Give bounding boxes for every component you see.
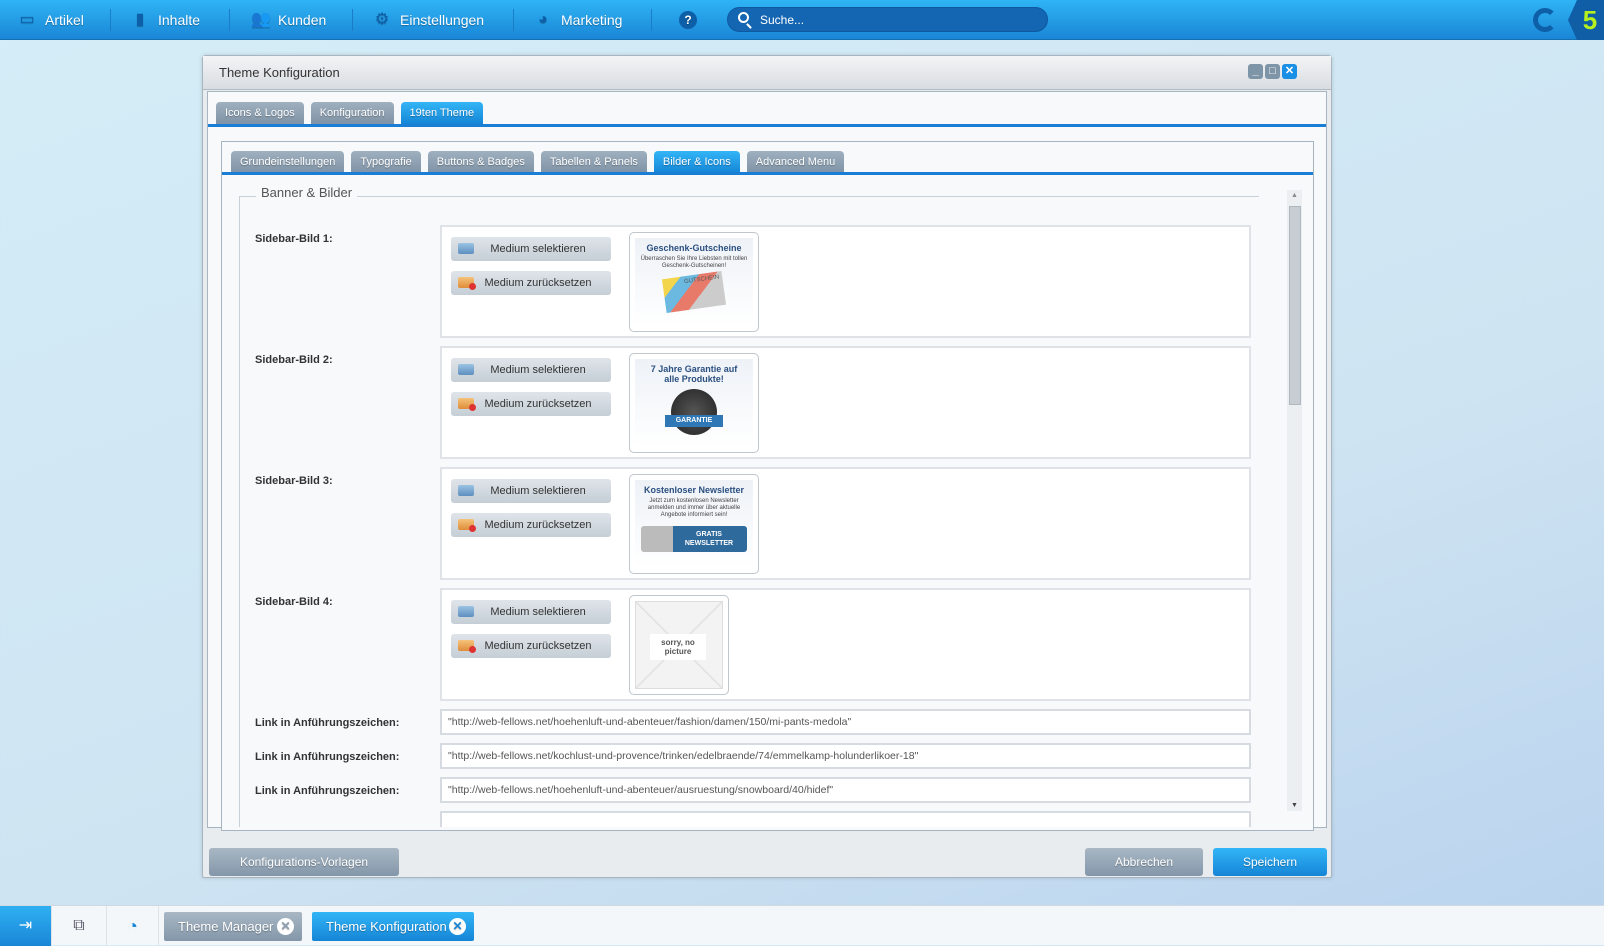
search-input[interactable]: Suche...: [727, 7, 1048, 32]
inner-tabs: Grundeinstellungen Typografie Buttons & …: [231, 151, 845, 173]
nav-inhalte[interactable]: ▮ Inhalte: [131, 0, 200, 40]
nav-einstellungen[interactable]: ⚙ Einstellungen: [373, 0, 484, 40]
sidebar-image-label: Sidebar-Bild 4:: [255, 596, 333, 608]
guarantee-seal-icon: GARANTIE: [665, 389, 723, 435]
save-button[interactable]: Speichern: [1213, 848, 1327, 876]
media-icon: [458, 485, 474, 496]
theme-config-window: Theme Konfiguration _ □ ✕ Icons & Logos …: [202, 55, 1332, 878]
sidebar-image-label: Sidebar-Bild 1:: [255, 233, 333, 245]
media-icon: [458, 364, 474, 375]
media-icon: [458, 243, 474, 254]
media-reset-icon: [458, 398, 476, 411]
link-input[interactable]: "http://web-fellows.net/hoehenluft-und-a…: [440, 777, 1251, 803]
link-label: Link in Anführungszeichen:: [255, 785, 400, 797]
select-medium-button[interactable]: Medium selektieren: [451, 600, 611, 624]
outer-tab-panel: Icons & Logos Konfiguration 19ten Theme …: [207, 91, 1327, 831]
sidebar-image-row: Medium selektieren Medium zurücksetzen s…: [440, 588, 1251, 701]
image-preview: 7 Jahre Garantie auf alle Produkte! GARA…: [629, 353, 759, 453]
link-label: Link in Anführungszeichen:: [255, 717, 400, 729]
select-medium-button[interactable]: Medium selektieren: [451, 237, 611, 261]
windows-icon[interactable]: ⧉: [52, 906, 107, 946]
sidebar-image-label: Sidebar-Bild 3:: [255, 475, 333, 487]
nav-artikel[interactable]: ▭ Artikel: [18, 0, 83, 40]
shopware-logo-icon: [1533, 8, 1557, 32]
nav-marketing[interactable]: ◕ Marketing: [534, 0, 622, 40]
sidebar-image-row: Medium selektieren Medium zurücksetzen 7…: [440, 346, 1251, 459]
tab-tabellen-panels[interactable]: Tabellen & Panels: [540, 151, 647, 173]
nav-divider: [352, 9, 353, 31]
taskbar-tab-theme-konfiguration[interactable]: Theme Konfiguration ✕: [312, 912, 474, 941]
help-icon: ?: [679, 11, 697, 29]
media-reset-icon: [458, 277, 476, 290]
taskbar-tab-theme-manager[interactable]: Theme Manager ✕: [164, 912, 302, 941]
nav-kunden[interactable]: 👥 Kunden: [251, 0, 326, 40]
tab-typografie[interactable]: Typografie: [351, 151, 421, 173]
nav-divider: [229, 9, 230, 31]
taskbar: ⇥ ⧉ ◔ Theme Manager ✕ Theme Konfiguration…: [0, 905, 1604, 946]
close-icon[interactable]: ✕: [1282, 64, 1297, 79]
link-input[interactable]: "http://web-fellows.net/kochlust-und-pro…: [440, 743, 1251, 769]
top-navigation-bar: ▭ Artikel ▮ Inhalte 👥 Kunden ⚙ Einstellungen…: [0, 0, 1604, 40]
inner-tab-panel: Grundeinstellungen Typografie Buttons & …: [221, 141, 1314, 831]
sidebar-image-row: Medium selektieren Medium zurücksetzen G…: [440, 225, 1251, 338]
select-medium-button[interactable]: Medium selektieren: [451, 479, 611, 503]
document-icon: ▮: [135, 11, 145, 28]
nav-divider: [513, 9, 514, 31]
reset-medium-button[interactable]: Medium zurücksetzen: [451, 271, 611, 295]
logout-icon[interactable]: ⇥: [0, 906, 52, 946]
scroll-up-icon[interactable]: ▲: [1287, 192, 1302, 199]
inbox-icon: ▭: [19, 11, 35, 28]
link-input[interactable]: [440, 811, 1251, 827]
tab-underline: [208, 124, 1326, 127]
sidebar-image-row: Medium selektieren Medium zurücksetzen K…: [440, 467, 1251, 580]
pie-chart-icon: ◕: [538, 11, 548, 28]
tab-buttons-badges[interactable]: Buttons & Badges: [427, 151, 534, 173]
maximize-icon[interactable]: □: [1265, 64, 1280, 79]
tab-19ten-theme[interactable]: 19ten Theme: [400, 102, 484, 124]
tab-konfiguration[interactable]: Konfiguration: [310, 102, 394, 124]
image-preview: Kostenloser Newsletter Jetzt zum kostenl…: [629, 474, 759, 574]
nav-divider: [110, 9, 111, 31]
config-templates-button[interactable]: Konfigurations-Vorlagen: [209, 848, 399, 876]
tab-icons-logos[interactable]: Icons & Logos: [216, 102, 304, 124]
scroll-down-icon[interactable]: ▼: [1287, 802, 1302, 809]
close-tab-icon[interactable]: ✕: [277, 918, 294, 935]
media-reset-icon: [458, 519, 476, 532]
nav-divider: [651, 9, 652, 31]
select-medium-button[interactable]: Medium selektieren: [451, 358, 611, 382]
window-title-bar[interactable]: Theme Konfiguration: [203, 56, 1331, 90]
fieldset-legend: Banner & Bilder: [256, 185, 358, 200]
media-icon: [458, 606, 474, 617]
link-input[interactable]: "http://web-fellows.net/hoehenluft-und-a…: [440, 709, 1251, 735]
voucher-graphic: GUTSCHEIN: [661, 270, 727, 314]
reset-medium-button[interactable]: Medium zurücksetzen: [451, 392, 611, 416]
scrollbar-thumb[interactable]: [1289, 206, 1301, 405]
close-tab-icon[interactable]: ✕: [449, 918, 466, 935]
users-icon: 👥: [251, 11, 271, 28]
cancel-button[interactable]: Abbrechen: [1085, 848, 1203, 876]
newsletter-badge: GRATIS NEWSLETTER: [641, 526, 747, 552]
window-title: Theme Konfiguration: [219, 65, 340, 80]
version-badge: 5: [1568, 0, 1604, 40]
no-picture-placeholder: sorry, no picture: [629, 595, 729, 695]
reset-medium-button[interactable]: Medium zurücksetzen: [451, 634, 611, 658]
reset-medium-button[interactable]: Medium zurücksetzen: [451, 513, 611, 537]
media-reset-icon: [458, 640, 476, 653]
help-button[interactable]: ?: [679, 0, 697, 40]
minimize-icon[interactable]: _: [1248, 64, 1263, 79]
gear-icon: ⚙: [374, 11, 390, 28]
image-preview: Geschenk-Gutscheine Überraschen Sie Ihre…: [629, 232, 759, 332]
tab-advanced-menu[interactable]: Advanced Menu: [746, 151, 845, 173]
tab-grundeinstellungen[interactable]: Grundeinstellungen: [231, 151, 345, 173]
outer-tabs: Icons & Logos Konfiguration 19ten Theme: [216, 102, 484, 124]
scroll-content: Banner & Bilder Sidebar-Bild 1: Medium s…: [225, 175, 1311, 827]
tab-bilder-icons[interactable]: Bilder & Icons: [653, 151, 740, 173]
link-label: Link in Anführungszeichen:: [255, 751, 400, 763]
sidebar-image-label: Sidebar-Bild 2:: [255, 354, 333, 366]
dashboard-icon[interactable]: ◔: [107, 906, 159, 946]
search-icon: [738, 12, 749, 23]
